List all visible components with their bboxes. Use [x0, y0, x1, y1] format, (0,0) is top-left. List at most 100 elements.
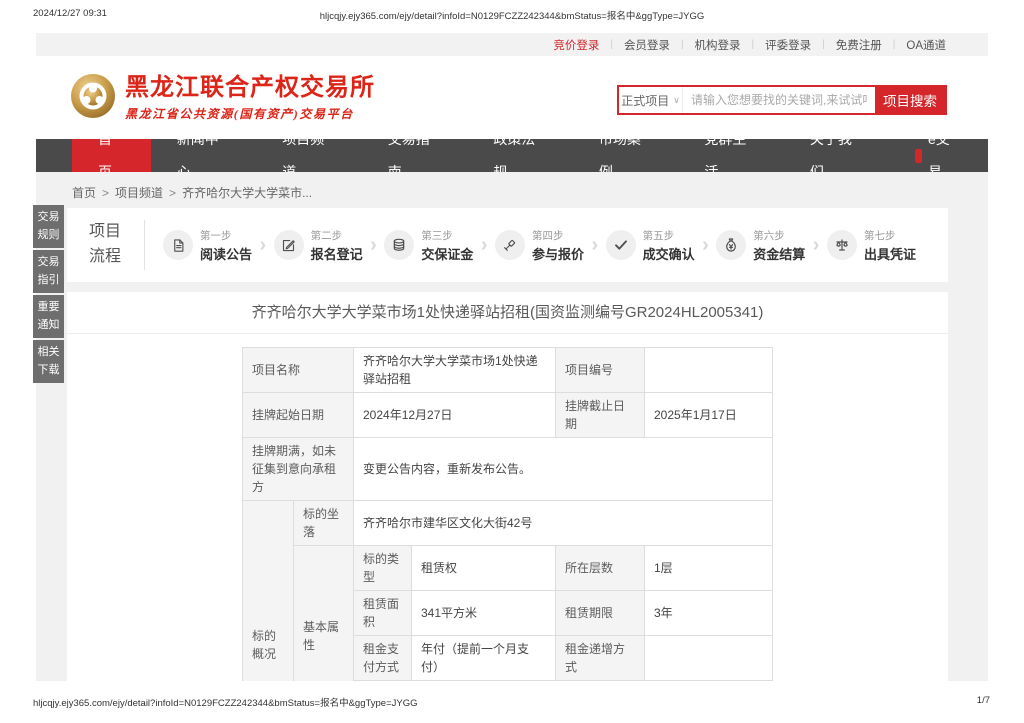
expiry-label: 挂牌期满，如未征集到意向承租方: [242, 438, 353, 501]
overview-label: 标的概况: [242, 501, 293, 682]
nav-etrade[interactable]: e交易: [889, 139, 988, 172]
increase-value: [645, 636, 773, 681]
topbar-link-judge-login[interactable]: 评委登录: [765, 37, 811, 53]
deposit-value: 成交年租金的10%: [645, 681, 773, 682]
divider: |: [610, 39, 613, 50]
listing-end-value: 2025年1月17日: [645, 393, 773, 438]
step-no: 第一步: [200, 228, 252, 243]
chevron-right-icon: ›: [591, 235, 598, 255]
topbar-link-org-login[interactable]: 机构登录: [695, 37, 741, 53]
search-category-select[interactable]: 正式项目 ∨: [619, 87, 683, 113]
logo-title: 黑龙江联合产权交易所: [125, 75, 375, 101]
nav-cases[interactable]: 市场案例: [573, 139, 679, 172]
nav-home[interactable]: 首页: [72, 139, 151, 172]
document-icon: [163, 230, 193, 260]
project-name-value: 齐齐哈尔大学大学菜市场1处快递驿站招租: [354, 348, 556, 393]
floor-value: 1层: [645, 546, 773, 591]
check-icon: [606, 230, 636, 260]
sidebar-tab-trade-rules[interactable]: 交易 规则: [33, 205, 64, 248]
gavel-icon: [495, 230, 525, 260]
breadcrumb-current: 齐齐哈尔大学大学菜市...: [182, 186, 312, 200]
breadcrumb-projects[interactable]: 项目频道: [115, 186, 163, 200]
process-label: 项目 流程: [89, 220, 145, 270]
divider: |: [822, 39, 825, 50]
chevron-right-icon: ›: [260, 235, 267, 255]
step-deposit: 第三步交保证金: [384, 228, 473, 263]
step-read-notice: 第一步阅读公告: [163, 228, 252, 263]
divider: |: [752, 39, 755, 50]
nav-news[interactable]: 新闻中心: [151, 139, 257, 172]
chevron-right-icon: ›: [370, 235, 377, 255]
chevron-right-icon: ›: [481, 235, 488, 255]
e-trade-icon: [915, 149, 922, 163]
step-certificate: 第七步出具凭证: [827, 228, 916, 263]
divider: |: [893, 39, 896, 50]
search-button[interactable]: 项目搜索: [875, 87, 945, 113]
increase-label: 租金递增方式: [556, 636, 645, 681]
nav-trade-guide[interactable]: 交易指南: [362, 139, 468, 172]
nav-party[interactable]: 党群生活: [678, 139, 784, 172]
breadcrumb-home[interactable]: 首页: [72, 186, 96, 200]
step-name: 成交确认: [643, 244, 695, 263]
project-no-value: [645, 348, 773, 393]
floor-label: 所在层数: [556, 546, 645, 591]
topbar-link-bid-login[interactable]: 竞价登录: [553, 37, 599, 53]
term-label: 租赁期限: [556, 591, 645, 636]
print-url-bottom: hljcqjy.ejy365.com/ejy/detail?infoId=N01…: [33, 695, 418, 709]
expiry-value: 变更公告内容，重新发布公告。: [354, 438, 773, 501]
logo-text: 黑龙江联合产权交易所 黑龙江省公共资源(国有资产)交易平台: [125, 75, 375, 121]
step-no: 第三步: [421, 228, 473, 243]
payment-label: 租金支付方式: [354, 636, 412, 681]
step-no: 第二步: [311, 228, 363, 243]
term-value: 3年: [645, 591, 773, 636]
deposit-label: 承租押金: [556, 681, 645, 682]
listing-start-value: 2024年12月27日: [354, 393, 556, 438]
site-logo[interactable]: 黑龙江联合产权交易所 黑龙江省公共资源(国有资产)交易平台: [70, 73, 375, 124]
chevron-down-icon: ∨: [673, 95, 680, 106]
process-steps: 第一步阅读公告 › 第二步报名登记 › 第三步交保证金 › 第四步参与报价 ›: [145, 228, 948, 263]
logo-emblem-icon: [70, 73, 116, 124]
basic-attr-label: 基本属性: [293, 546, 353, 682]
search-input[interactable]: [683, 87, 875, 113]
listing-start-label: 挂牌起始日期: [242, 393, 353, 438]
step-no: 第六步: [753, 228, 805, 243]
location-label: 标的坐落: [293, 501, 353, 546]
step-name: 报名登记: [311, 244, 363, 263]
step-bid: 第四步参与报价: [495, 228, 584, 263]
decoration-value: 无: [412, 681, 556, 682]
chevron-right-icon: ›: [702, 235, 709, 255]
topbar-link-oa[interactable]: OA通道: [906, 37, 946, 53]
coins-icon: [384, 230, 414, 260]
step-no: 第五步: [643, 228, 695, 243]
tab-label: 通知: [33, 317, 64, 334]
step-name: 参与报价: [532, 244, 584, 263]
tab-label: 重要: [33, 299, 64, 316]
print-page-indicator: 1/7: [977, 695, 990, 706]
tab-label: 指引: [33, 272, 64, 289]
step-no: 第四步: [532, 228, 584, 243]
step-settle: 第六步资金结算: [716, 228, 805, 263]
logo-subtitle: 黑龙江省公共资源(国有资产)交易平台: [125, 105, 375, 122]
chevron-right-icon: ›: [813, 235, 820, 255]
topbar-link-member-login[interactable]: 会员登录: [624, 37, 670, 53]
step-no: 第七步: [864, 228, 916, 243]
tab-label: 交易: [33, 209, 64, 226]
main-nav: 首页 新闻中心 项目频道 交易指南 政策法规 市场案例 党群生活 关于我们 e交…: [36, 139, 988, 172]
topbar-link-register[interactable]: 免费注册: [836, 37, 882, 53]
sidebar-tab-trade-guide[interactable]: 交易 指引: [33, 250, 64, 293]
sidebar-tab-downloads[interactable]: 相关 下载: [33, 340, 64, 383]
project-no-label: 项目编号: [556, 348, 645, 393]
sidebar-tab-notice[interactable]: 重要 通知: [33, 295, 64, 338]
nav-about[interactable]: 关于我们: [784, 139, 890, 172]
breadcrumb: 首页>项目频道>齐齐哈尔大学大学菜市...: [72, 184, 312, 201]
location-value: 齐齐哈尔市建华区文化大街42号: [354, 501, 773, 546]
project-title: 齐齐哈尔大学大学菜市场1处快递驿站招租(国资监测编号GR2024HL200534…: [67, 292, 948, 334]
area-label: 租赁面积: [354, 591, 412, 636]
project-detail-panel: 齐齐哈尔大学大学菜市场1处快递驿站招租(国资监测编号GR2024HL200534…: [67, 292, 948, 681]
side-tabs: 交易 规则 交易 指引 重要 通知 相关 下载: [33, 205, 64, 385]
nav-policy[interactable]: 政策法规: [467, 139, 573, 172]
step-name: 交保证金: [421, 244, 473, 263]
step-name: 出具凭证: [864, 244, 916, 263]
nav-projects[interactable]: 项目频道: [256, 139, 362, 172]
area-value: 341平方米: [412, 591, 556, 636]
